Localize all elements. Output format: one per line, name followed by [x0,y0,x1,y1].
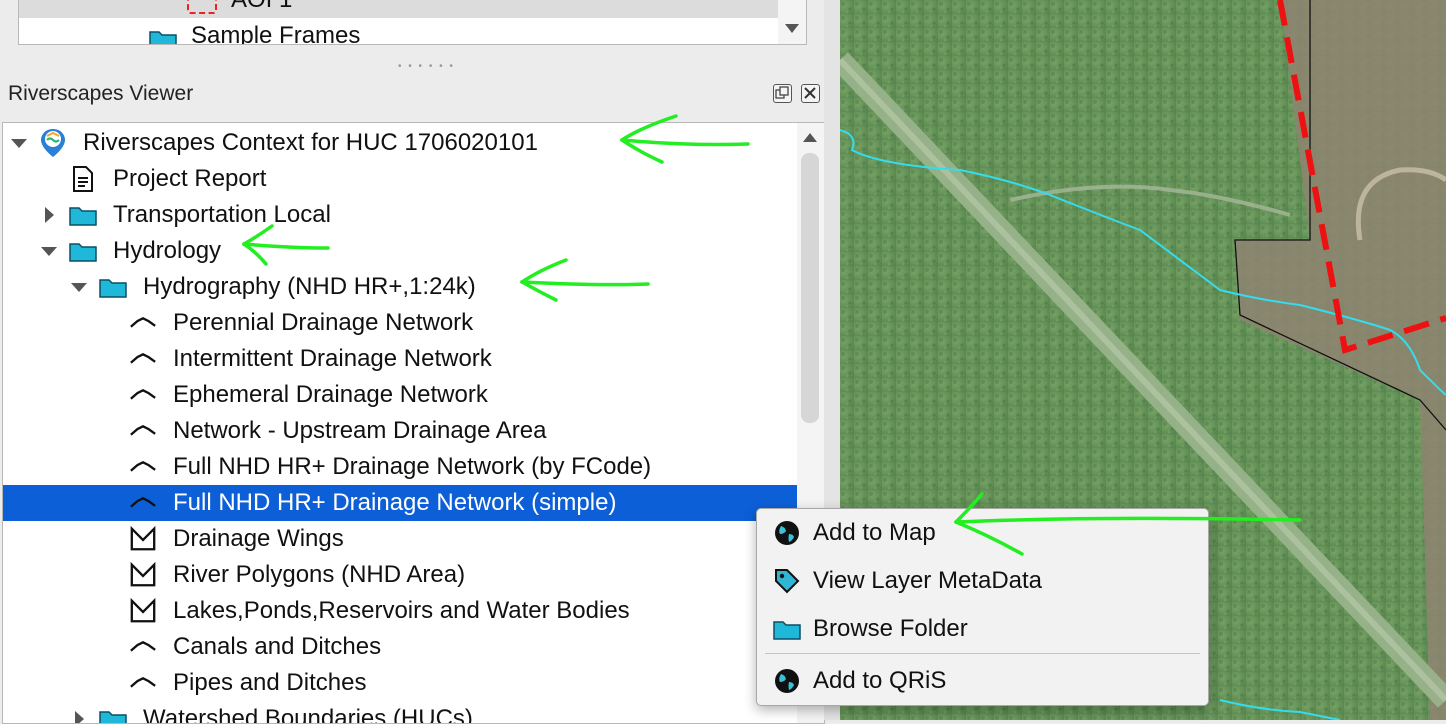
folder-icon [99,705,127,723]
panel-title: Riverscapes Viewer [8,82,194,105]
globe-icon [773,667,801,695]
tree-item-label: Network - Upstream Drainage Area [173,417,547,444]
tree-item-aoi[interactable]: AOI 1 [19,0,779,18]
tree-item-intermittent-drainage[interactable]: Intermittent Drainage Network [3,341,798,377]
line-layer-icon [129,381,157,409]
menu-item-label: Add to QRiS [813,667,947,694]
line-layer-icon [129,489,157,517]
polygon-layer-icon [129,561,157,589]
folder-icon [99,273,127,301]
tree-item-project[interactable]: Riverscapes Context for HUC 1706020101 [3,125,798,161]
expand-chevron-icon[interactable] [71,711,87,723]
tag-icon [773,567,801,595]
riverscapes-tree[interactable]: Riverscapes Context for HUC 1706020101 P… [2,122,799,724]
line-layer-icon [129,345,157,373]
document-icon [69,165,97,193]
folder-icon [149,25,177,44]
tree-item-label: Perennial Drainage Network [173,309,474,336]
line-layer-icon [129,453,157,481]
tree-item-sample-frames[interactable]: Sample Frames [19,18,779,45]
tree-item-label: Hydrology [113,237,222,264]
menu-item-browse-folder[interactable]: Browse Folder [757,607,1208,651]
tree-item-label: Intermittent Drainage Network [173,345,492,372]
polygon-layer-icon [129,597,157,625]
tree-item-label: Riverscapes Context for HUC 1706020101 [83,129,538,156]
tree-item-label: River Polygons (NHD Area) [173,561,466,588]
menu-item-add-to-qris[interactable]: Add to QRiS [757,659,1208,703]
close-panel-icon[interactable] [801,84,820,103]
tree-item-hydrology[interactable]: Hydrology [3,233,798,269]
scroll-up-icon[interactable] [803,133,817,142]
tree-item-label: Sample Frames [191,22,361,45]
tree-item-label: AOI 1 [231,0,292,18]
collapse-chevron-icon[interactable] [71,279,87,295]
menu-item-label: Add to Map [813,519,936,546]
tree-item-ephemeral-drainage[interactable]: Ephemeral Drainage Network [3,377,798,413]
folder-icon [773,615,801,643]
collapse-chevron-icon[interactable] [11,135,27,151]
folder-icon [69,201,97,229]
tree-item-canals-ditches[interactable]: Canals and Ditches [3,629,798,665]
menu-item-label: View Layer MetaData [813,567,1043,594]
tree-item-label: Drainage Wings [173,525,344,552]
folder-icon [69,237,97,265]
splitter-handle[interactable]: • • • • • • [398,62,455,72]
scroll-down-icon[interactable] [785,24,799,33]
line-layer-icon [129,669,157,697]
tree-item-drainage-wings[interactable]: Drainage Wings [3,521,798,557]
tree-item-label: Watershed Boundaries (HUCs) [143,705,473,724]
aoi-polygon-icon [187,0,217,14]
menu-item-add-to-map[interactable]: Add to Map [757,511,1208,555]
left-dock-panel: AOI 1 Sample Frames • • • • • • Riversca… [0,0,838,724]
tree-item-label: Pipes and Ditches [173,669,367,696]
tree-item-pipes-ditches[interactable]: Pipes and Ditches [3,665,798,701]
line-layer-icon [129,309,157,337]
expand-chevron-icon[interactable] [41,207,57,223]
tree-item-label: Full NHD HR+ Drainage Network (simple) [173,489,617,516]
tree-item-river-polygons[interactable]: River Polygons (NHD Area) [3,557,798,593]
tree-item-label: Full NHD HR+ Drainage Network (by FCode) [173,453,652,480]
menu-separator [765,653,1200,654]
tree-item-upstream-drainage[interactable]: Network - Upstream Drainage Area [3,413,798,449]
tree-item-perennial-drainage[interactable]: Perennial Drainage Network [3,305,798,341]
tree-item-full-nhd-simple[interactable]: Full NHD HR+ Drainage Network (simple) [3,485,798,521]
context-menu: Add to Map View Layer MetaData Browse Fo… [756,508,1209,706]
tree-item-label: Transportation Local [113,201,331,228]
line-layer-icon [129,633,157,661]
tree-item-hydrography[interactable]: Hydrography (NHD HR+,1:24k) [3,269,798,305]
line-layer-icon [129,417,157,445]
tree-item-label: Project Report [113,165,267,192]
tree-item-full-nhd-fcode[interactable]: Full NHD HR+ Drainage Network (by FCode) [3,449,798,485]
collapse-chevron-icon[interactable] [41,243,57,259]
float-panel-icon[interactable] [773,84,792,103]
menu-item-label: Browse Folder [813,615,968,642]
tree-item-project-report[interactable]: Project Report [3,161,798,197]
tree-item-watershed-boundaries[interactable]: Watershed Boundaries (HUCs) [3,701,798,724]
tree-item-label: Lakes,Ponds,Reservoirs and Water Bodies [173,597,630,624]
polygon-layer-icon [129,525,157,553]
globe-icon [773,519,801,547]
tree-item-transportation-local[interactable]: Transportation Local [3,197,798,233]
tree-item-label: Ephemeral Drainage Network [173,381,488,408]
menu-item-view-metadata[interactable]: View Layer MetaData [757,559,1208,603]
upper-tree-scrollbar[interactable] [778,0,807,45]
tree-item-label: Hydrography (NHD HR+,1:24k) [143,273,476,300]
tree-item-label: Canals and Ditches [173,633,382,660]
scrollbar-thumb[interactable] [801,153,819,423]
tree-item-lakes-ponds[interactable]: Lakes,Ponds,Reservoirs and Water Bodies [3,593,798,629]
riverscapes-project-icon [39,129,67,157]
layers-tree-upper[interactable]: AOI 1 Sample Frames [18,0,780,45]
